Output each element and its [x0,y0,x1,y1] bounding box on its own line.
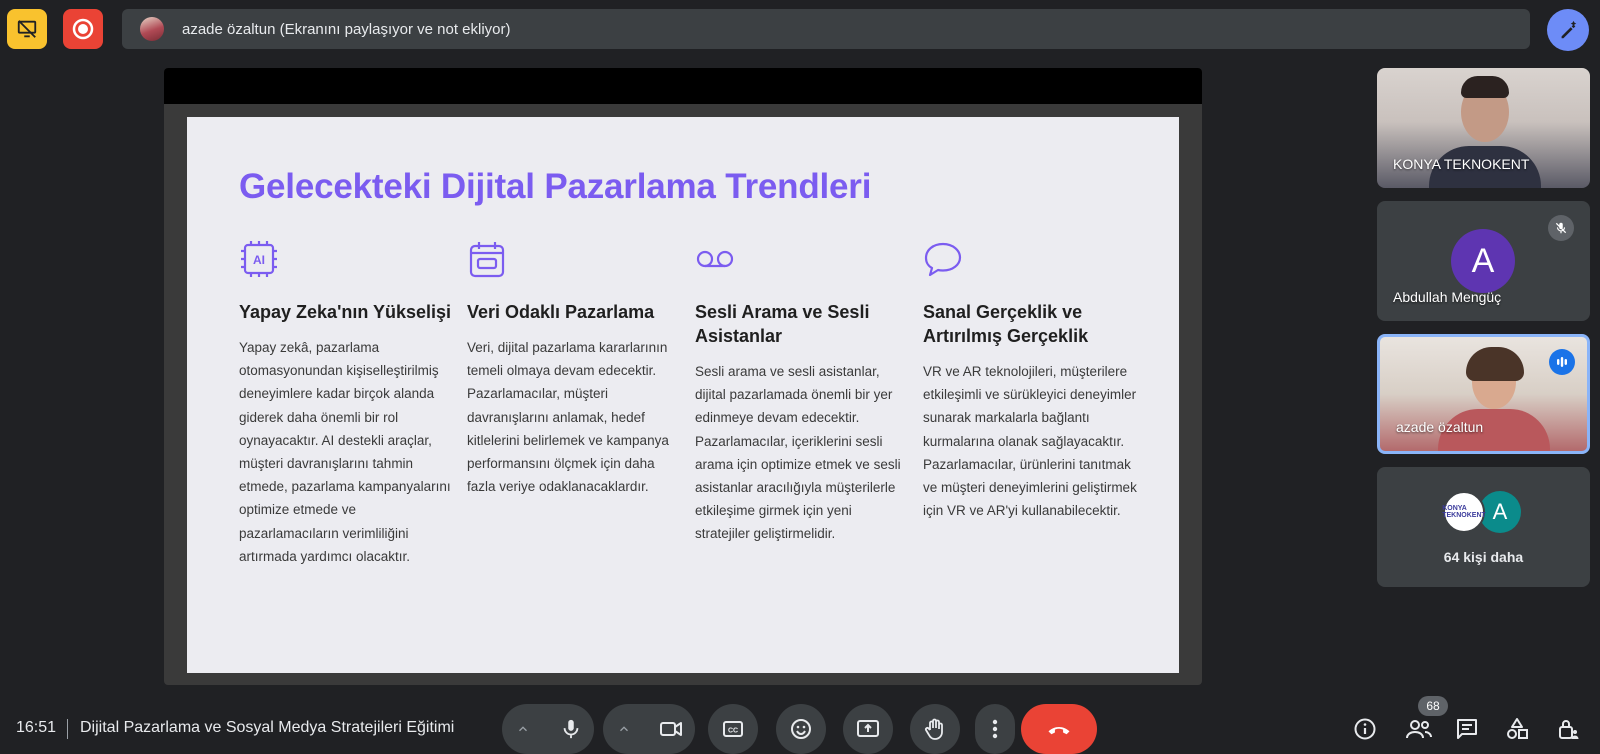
svg-text:AI: AI [253,253,265,267]
column-heading: Yapay Zeka'nın Yükselişi [239,302,452,322]
microphone-control[interactable] [502,704,594,754]
presentation-off-icon [17,20,37,38]
audio-level-icon [1557,357,1567,367]
captions-button[interactable]: CC [708,704,758,754]
column-heading: Sesli Arama ve Sesli Asistanlar [695,302,870,346]
more-options-button[interactable] [975,704,1015,754]
host-controls-button[interactable] [1555,716,1581,742]
presenter-avatar [140,17,164,41]
slide-column-ai: AI Yapay Zeka'nın Yükselişi Yapay zekâ, … [239,239,454,568]
chevron-up-icon[interactable] [516,722,530,736]
participant-name: KONYA TEKNOKENT [1393,156,1530,172]
column-body: Veri, dijital pazarlama kararlarının tem… [467,340,669,495]
activities-button[interactable] [1504,716,1530,742]
teknokent-logo: KONYA TEKNOKENT [1442,491,1486,533]
avatar: A [1451,229,1515,293]
info-icon [1354,718,1376,740]
speech-bubble-icon [924,242,962,277]
video-camera-icon[interactable] [659,717,683,741]
participant-video-hair [1461,76,1509,98]
microphone-icon[interactable] [560,718,582,740]
divider [67,719,68,739]
participant-count-badge: 68 [1418,696,1448,716]
camera-control[interactable] [603,704,695,754]
column-body: Yapay zekâ, pazarlama otomasyonundan kiş… [239,340,451,564]
participant-tile[interactable]: KONYA TEKNOKENT [1377,68,1590,188]
raise-hand-button[interactable] [910,704,960,754]
more-vert-icon [992,719,998,739]
present-screen-button[interactable] [843,704,893,754]
more-participants-avatars: KONYA TEKNOKENT A [1442,491,1521,533]
voicemail-icon [696,250,734,268]
mic-off-indicator [1548,215,1574,241]
hand-icon [924,718,943,740]
mic-off-icon [1555,222,1567,234]
clock: 16:51 [16,719,57,736]
slide-column-data: Veri Odaklı Pazarlama Veri, dijital paza… [467,239,682,498]
pen-icon [1561,20,1577,39]
lock-person-icon [1559,720,1579,739]
participant-tile[interactable]: A Abdullah Mengüç [1377,201,1590,321]
data-calendar-icon [469,242,505,278]
ai-chip-icon: AI [241,241,277,277]
slide-column-vr: Sanal Gerçeklik ve Artırılmış Gerçeklik … [923,239,1138,522]
participant-name: Abdullah Mengüç [1393,289,1502,305]
column-body: Sesli arama ve sesli asistanlar, dijital… [695,364,901,542]
shapes-icon [1507,718,1528,739]
column-heading: Sanal Gerçeklik ve Artırılmış Gerçeklik [923,302,1089,346]
more-participants-count: 64 kişi daha [1443,549,1524,565]
chevron-up-icon[interactable] [617,722,631,736]
phone-hangup-icon [1048,726,1070,735]
closed-captions-icon: CC [723,721,743,737]
people-icon [1406,720,1432,739]
column-body: VR ve AR teknolojileri, müşterilere etki… [923,364,1137,519]
svg-text:CC: CC [728,728,738,735]
slide-title: Gelecekteki Dijital Pazarlama Trendleri [239,167,872,206]
presenter-banner-text: azade özaltun (Ekranını paylaşıyor ve no… [182,20,511,38]
column-heading: Veri Odaklı Pazarlama [467,302,655,322]
presentation-off-button[interactable] [7,9,47,49]
slide-column-voice: Sesli Arama ve Sesli Asistanlar Sesli ar… [695,239,910,546]
present-screen-icon [857,720,879,737]
more-participants-tile[interactable]: KONYA TEKNOKENT A 64 kişi daha [1377,467,1590,587]
reactions-button[interactable] [776,704,826,754]
annotate-button[interactable] [1547,9,1589,51]
participant-name: azade özaltun [1396,419,1484,435]
meeting-details-button[interactable] [1352,716,1378,742]
participant-video-hair [1466,347,1524,381]
recording-button[interactable] [63,9,103,49]
record-icon [72,18,94,40]
emoji-icon [791,719,811,739]
chat-icon [1457,719,1477,739]
shared-screen-header [164,68,1202,104]
participant-tile-active-speaker[interactable]: azade özaltun [1377,334,1590,454]
end-call-button[interactable] [1021,704,1097,754]
speaking-indicator [1549,349,1575,375]
presenter-banner: azade özaltun (Ekranını paylaşıyor ve no… [122,9,1530,49]
chat-button[interactable] [1454,716,1480,742]
shared-screen: Gelecekteki Dijital Pazarlama Trendleri … [164,68,1202,685]
people-button[interactable] [1404,716,1434,742]
meeting-title: Dijital Pazarlama ve Sosyal Medya Strate… [80,719,455,736]
presentation-slide: Gelecekteki Dijital Pazarlama Trendleri … [187,117,1179,673]
